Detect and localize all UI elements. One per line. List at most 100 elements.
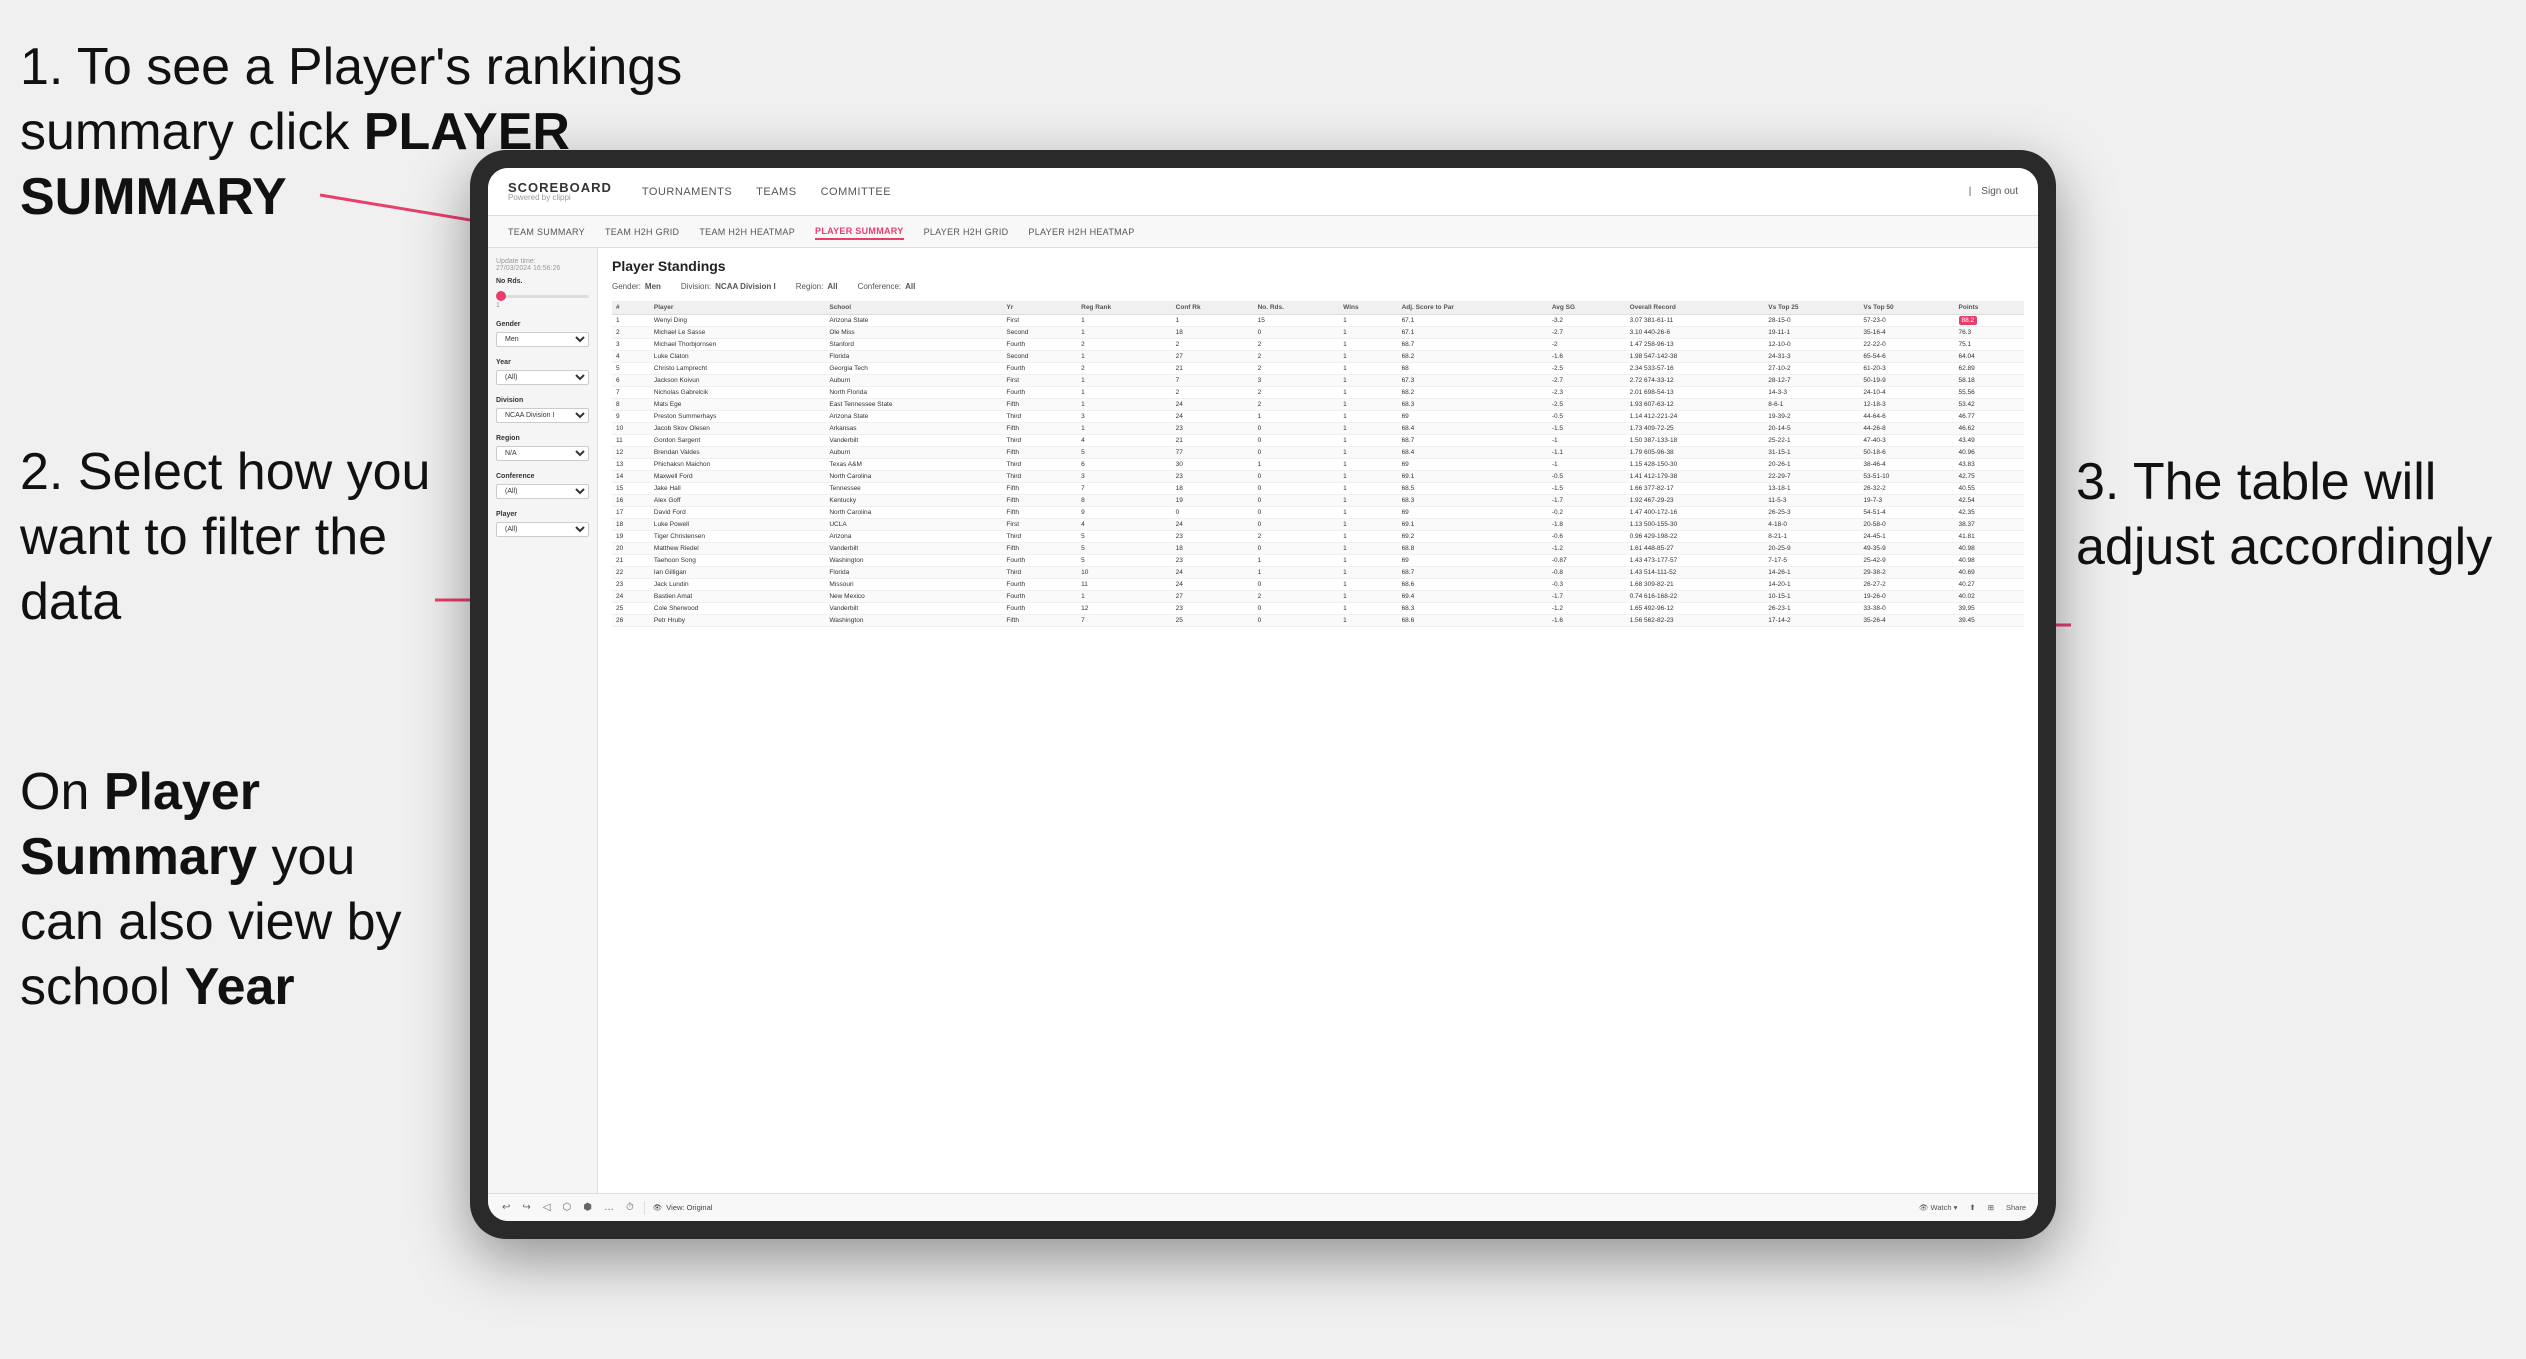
table-cell: Fourth <box>1002 387 1077 399</box>
subnav-player-h2h-grid[interactable]: PLAYER H2H GRID <box>924 225 1009 239</box>
table-cell: 68.2 <box>1398 387 1548 399</box>
table-cell: Arizona State <box>825 411 1002 423</box>
table-row[interactable]: 3Michael ThorbjornsenStanfordFourth22216… <box>612 339 2024 351</box>
nav-teams[interactable]: TEAMS <box>756 182 796 202</box>
table-cell: 69 <box>1398 459 1548 471</box>
table-row[interactable]: 12Brendan ValdesAuburnFifth5770168.4-1.1… <box>612 447 2024 459</box>
subnav-player-summary[interactable]: PLAYER SUMMARY <box>815 224 904 240</box>
table-cell: 40.02 <box>1955 591 2024 603</box>
table-cell: -2.3 <box>1548 387 1626 399</box>
table-cell: 67.1 <box>1398 315 1548 327</box>
table-cell: Fifth <box>1002 507 1077 519</box>
share-button[interactable]: Share <box>2006 1203 2026 1212</box>
nav-tournaments[interactable]: TOURNAMENTS <box>642 182 732 202</box>
table-cell: 1 <box>1339 435 1397 447</box>
table-row[interactable]: 16Alex GoffKentuckyFifth8190168.3-1.71.9… <box>612 495 2024 507</box>
table-cell: 50-18-6 <box>1859 447 1954 459</box>
table-row[interactable]: 21Taehoon SongWashingtonFourth5231169-0.… <box>612 555 2024 567</box>
table-cell: 1 <box>612 315 650 327</box>
view-original[interactable]: 👁 View: Original <box>653 1203 713 1212</box>
table-row[interactable]: 15Jake HallTennesseeFifth7180168.5-1.51.… <box>612 483 2024 495</box>
subnav-team-h2h-heatmap[interactable]: TEAM H2H HEATMAP <box>699 225 795 239</box>
table-cell: David Ford <box>650 507 825 519</box>
table-row[interactable]: 23Jack LundinMissouriFourth11240168.6-0.… <box>612 579 2024 591</box>
table-cell: -1.2 <box>1548 603 1626 615</box>
table-row[interactable]: 24Bastien AmatNew MexicoFourth1272169.4-… <box>612 591 2024 603</box>
subnav-team-summary[interactable]: TEAM SUMMARY <box>508 225 585 239</box>
table-cell: Fifth <box>1002 615 1077 627</box>
table-row[interactable]: 7Nicholas GabrelcikNorth FloridaFourth12… <box>612 387 2024 399</box>
year-select[interactable]: (All) <box>496 370 589 385</box>
undo-button[interactable]: ↩ <box>500 1200 512 1215</box>
table-cell: 68.6 <box>1398 615 1548 627</box>
table-row[interactable]: 18Luke PowellUCLAFirst4240169.1-1.81.13 … <box>612 519 2024 531</box>
copy-button[interactable]: ⬡ <box>560 1200 573 1215</box>
table-row[interactable]: 20Matthew RiedelVanderbiltFifth5180168.8… <box>612 543 2024 555</box>
table-cell: 1 <box>1339 507 1397 519</box>
table-row[interactable]: 19Tiger ChristensenArizonaThird5232169.2… <box>612 531 2024 543</box>
table-cell: 19 <box>1172 495 1254 507</box>
table-cell: 20-26-1 <box>1764 459 1859 471</box>
sidebar-no-rds-label: No Rds. <box>496 278 589 285</box>
table-cell: 46.77 <box>1955 411 2024 423</box>
sign-out-link[interactable]: Sign out <box>1981 186 2018 197</box>
table-cell: 1 <box>1339 339 1397 351</box>
table-row[interactable]: 25Cole SherwoodVanderbiltFourth12230168.… <box>612 603 2024 615</box>
table-cell: 16 <box>612 495 650 507</box>
region-select[interactable]: N/A <box>496 446 589 461</box>
table-cell: 10 <box>612 423 650 435</box>
table-cell: 1.47 400-172-16 <box>1626 507 1765 519</box>
table-cell: 17 <box>612 507 650 519</box>
redo-button[interactable]: ↪ <box>520 1200 532 1215</box>
table-row[interactable]: 13Phichaksn MaichonTexas A&MThird6301169… <box>612 459 2024 471</box>
table-cell: 4 <box>1077 519 1172 531</box>
table-row[interactable]: 8Mats EgeEast Tennessee StateFifth124216… <box>612 399 2024 411</box>
subnav-team-h2h-grid[interactable]: TEAM H2H GRID <box>605 225 679 239</box>
export-button[interactable]: ⬆ <box>1969 1203 1975 1212</box>
sidebar-region: Region N/A <box>496 435 589 461</box>
player-select[interactable]: (All) <box>496 522 589 537</box>
table-cell: 1.41 412-179-38 <box>1626 471 1765 483</box>
table-cell: Tennessee <box>825 483 1002 495</box>
table-row[interactable]: 5Christo LamprechtGeorgia TechFourth2212… <box>612 363 2024 375</box>
table-cell: Petr Hruby <box>650 615 825 627</box>
watch-button[interactable]: 👁 Watch ▾ <box>1919 1203 1957 1212</box>
table-cell: First <box>1002 375 1077 387</box>
table-cell: 13 <box>612 459 650 471</box>
paste-button[interactable]: ⬢ <box>581 1200 594 1215</box>
table-row[interactable]: 6Jackson KoivunAuburnFirst173167.3-2.72.… <box>612 375 2024 387</box>
dots-button[interactable]: … <box>602 1200 616 1215</box>
col-no-rds: No. Rds. <box>1254 301 1340 315</box>
table-row[interactable]: 11Gordon SargentVanderbiltThird4210168.7… <box>612 435 2024 447</box>
table-row[interactable]: 9Preston SummerhaysArizona StateThird324… <box>612 411 2024 423</box>
table-cell: 1 <box>1339 483 1397 495</box>
conference-select[interactable]: (All) <box>496 484 589 499</box>
table-cell: 2 <box>1172 339 1254 351</box>
table-row[interactable]: 4Luke ClatonFloridaSecond1272168.2-1.61.… <box>612 351 2024 363</box>
table-row[interactable]: 14Maxwell FordNorth CarolinaThird3230169… <box>612 471 2024 483</box>
table-cell: 21 <box>612 555 650 567</box>
clock-button[interactable]: ⏱ <box>624 1200 636 1215</box>
table-cell: 19 <box>612 531 650 543</box>
table-cell: 1 <box>1339 519 1397 531</box>
table-row[interactable]: 2Michael Le SasseOle MissSecond1180167.1… <box>612 327 2024 339</box>
back-button[interactable]: ◁ <box>541 1200 553 1215</box>
nav-committee[interactable]: COMMITTEE <box>821 182 892 202</box>
table-row[interactable]: 22Ian GilliganFloridaThird10241168.7-0.8… <box>612 567 2024 579</box>
table-row[interactable]: 26Petr HrubyWashingtonFifth7250168.6-1.6… <box>612 615 2024 627</box>
slider-no-rds[interactable] <box>496 289 589 300</box>
table-cell: First <box>1002 315 1077 327</box>
division-select[interactable]: NCAA Division I <box>496 408 589 423</box>
table-cell: 8 <box>612 399 650 411</box>
table-cell: Kentucky <box>825 495 1002 507</box>
table-row[interactable]: 1Wenyi DingArizona StateFirst1115167.1-3… <box>612 315 2024 327</box>
subnav-player-h2h-heatmap[interactable]: PLAYER H2H HEATMAP <box>1028 225 1134 239</box>
table-row[interactable]: 10Jacob Skov OlesenArkansasFifth1230168.… <box>612 423 2024 435</box>
table-row[interactable]: 17David FordNorth CarolinaFifth900169-0.… <box>612 507 2024 519</box>
grid-button[interactable]: ⊞ <box>1988 1203 1994 1212</box>
table-cell: -0.5 <box>1548 471 1626 483</box>
table-cell: 22-22-0 <box>1859 339 1954 351</box>
table-cell: -1.1 <box>1548 447 1626 459</box>
table-cell: 23 <box>1172 531 1254 543</box>
gender-select[interactable]: Men <box>496 332 589 347</box>
